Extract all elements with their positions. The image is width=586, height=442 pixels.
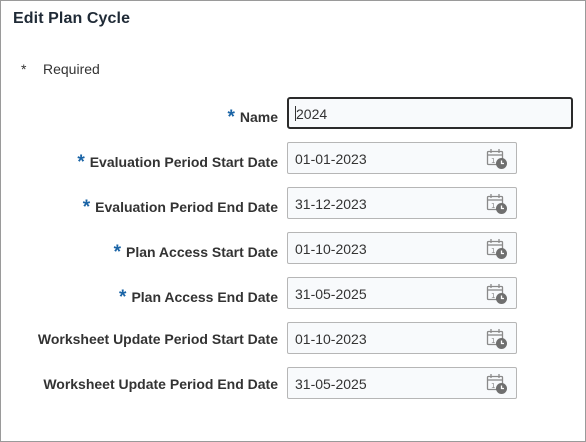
plan-access-end-date-label: * Plan Access End Date [119,287,278,308]
svg-text:1: 1 [491,157,495,165]
svg-text:1: 1 [491,337,495,345]
form-row-name: * Name 2024 [1,97,585,131]
form-row-worksheet-end: Worksheet Update Period End Date 31-05-2… [1,367,585,401]
required-marker: * [113,242,121,263]
svg-text:1: 1 [491,382,495,390]
worksheet-update-period-start-date-input[interactable]: 01-10-2023 1 [287,322,517,354]
form-row-evaluation-end: * Evaluation Period End Date 31-12-2023 1 [1,187,585,221]
worksheet-update-period-end-date-value: 31-05-2025 [295,376,367,392]
worksheet-update-period-start-date-value: 01-10-2023 [295,331,367,347]
calendar-icon[interactable]: 1 [486,373,508,395]
evaluation-period-end-date-label: * Evaluation Period End Date [82,197,278,218]
svg-text:1: 1 [491,292,495,300]
required-legend: * Required [21,61,100,77]
worksheet-update-period-start-date-label: Worksheet Update Period Start Date [37,331,278,347]
plan-access-end-date-value: 31-05-2025 [295,286,367,302]
name-input-value: 2024 [296,106,328,122]
plan-access-start-date-value: 01-10-2023 [295,241,367,257]
form-row-plan-access-start: * Plan Access Start Date 01-10-2023 1 [1,232,585,266]
evaluation-period-start-date-input[interactable]: 01-01-2023 1 [287,142,517,174]
plan-access-start-date-label: * Plan Access Start Date [113,242,278,263]
form-row-plan-access-end: * Plan Access End Date 31-05-2025 1 [1,277,585,311]
form-row-worksheet-start: Worksheet Update Period Start Date 01-10… [1,322,585,356]
evaluation-period-end-date-input[interactable]: 31-12-2023 1 [287,187,517,219]
calendar-icon[interactable]: 1 [486,283,508,305]
plan-access-end-date-input[interactable]: 31-05-2025 1 [287,277,517,309]
required-legend-marker: * [21,61,27,77]
calendar-icon[interactable]: 1 [486,238,508,260]
plan-access-start-date-input[interactable]: 01-10-2023 1 [287,232,517,264]
svg-text:1: 1 [491,202,495,210]
dialog-title: Edit Plan Cycle [13,10,131,27]
evaluation-period-start-date-label: * Evaluation Period Start Date [77,152,278,173]
name-label: * Name [227,107,278,128]
svg-text:1: 1 [491,247,495,255]
evaluation-period-start-date-value: 01-01-2023 [295,151,367,167]
form-row-evaluation-start: * Evaluation Period Start Date 01-01-2023… [1,142,585,176]
worksheet-update-period-end-date-input[interactable]: 31-05-2025 1 [287,367,517,399]
calendar-icon[interactable]: 1 [486,328,508,350]
required-marker: * [77,152,85,173]
required-marker: * [119,287,127,308]
calendar-icon[interactable]: 1 [486,193,508,215]
edit-plan-cycle-dialog: Edit Plan Cycle * Required * Name 2024 * Ev… [0,0,586,442]
required-marker: * [227,107,235,128]
worksheet-update-period-end-date-label: Worksheet Update Period End Date [43,376,278,392]
required-marker: * [82,197,91,218]
required-legend-text: Required [43,61,100,77]
evaluation-period-end-date-value: 31-12-2023 [295,196,367,212]
calendar-icon[interactable]: 1 [486,148,508,170]
name-input[interactable]: 2024 [287,97,573,129]
